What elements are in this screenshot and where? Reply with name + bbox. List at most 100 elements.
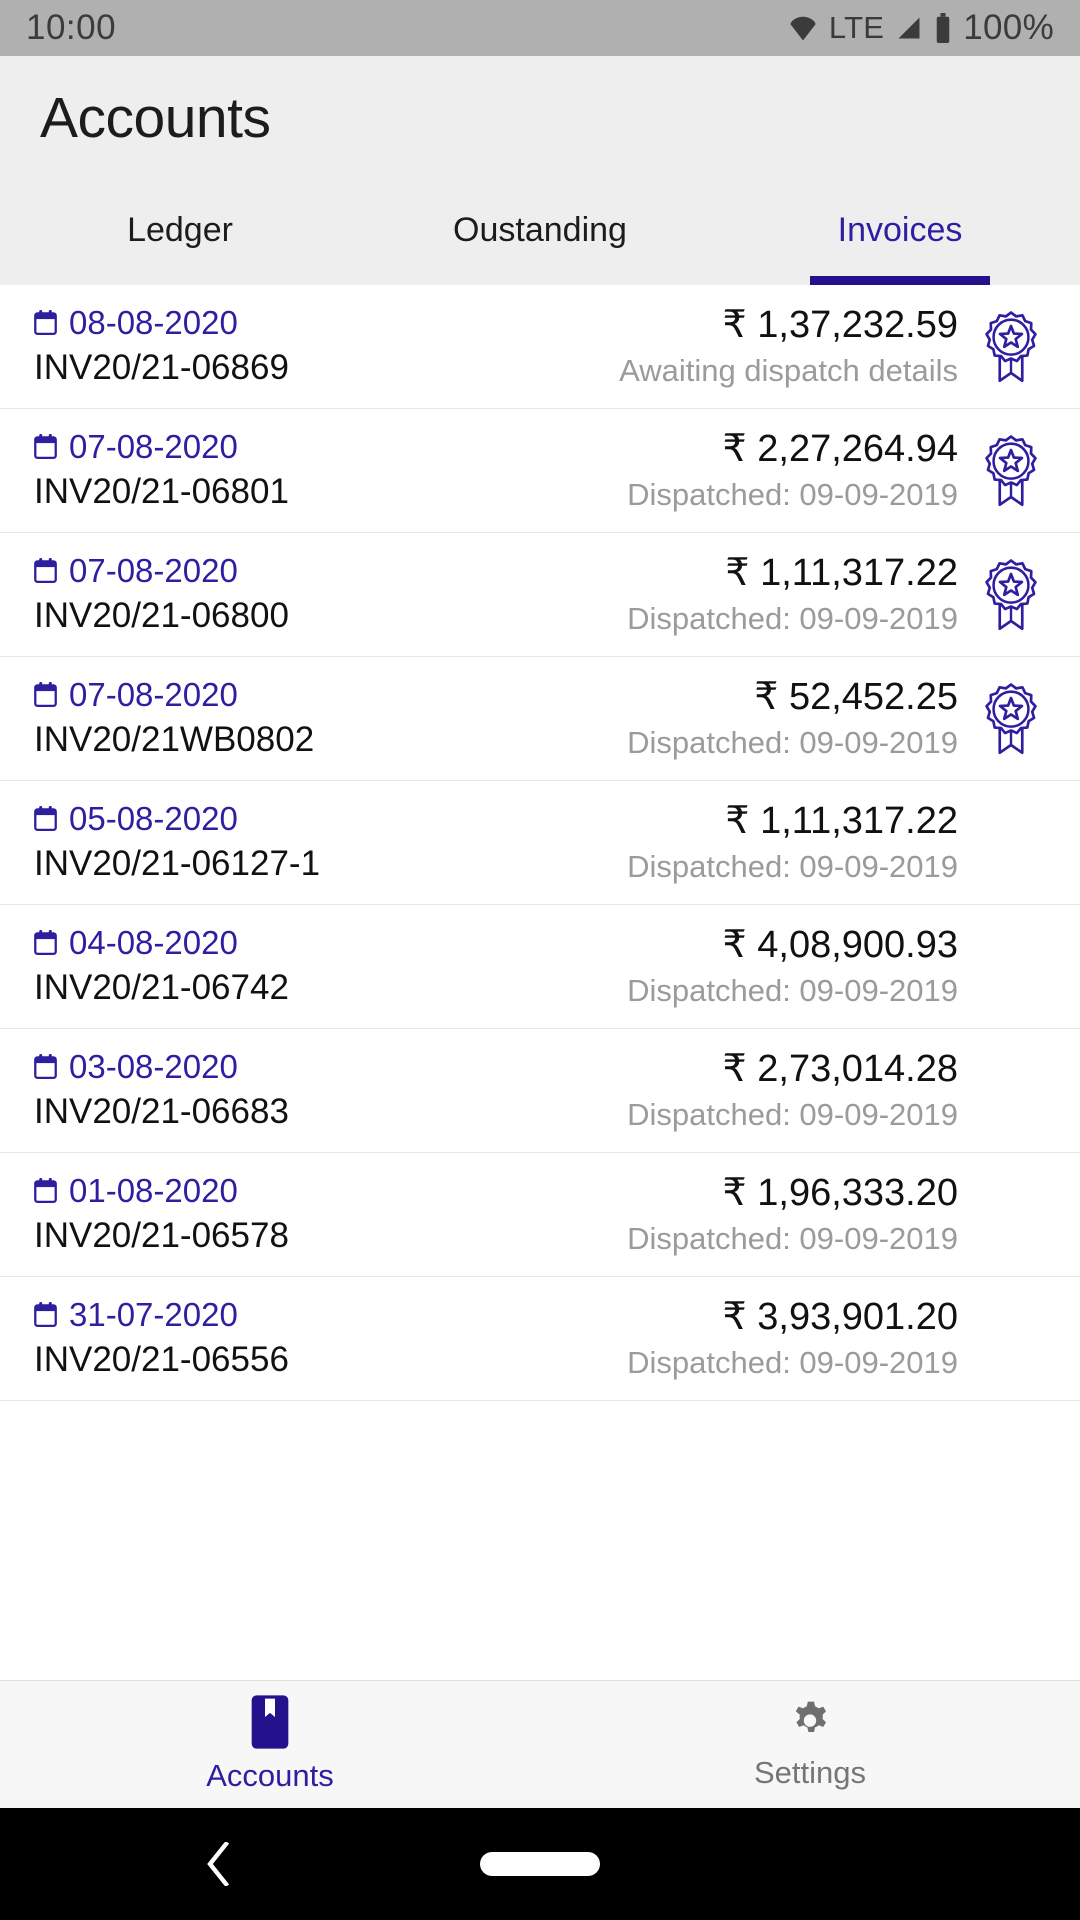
book-icon [250, 1695, 290, 1749]
system-navigation-bar [0, 1808, 1080, 1920]
invoice-date: 01-08-2020 [69, 1171, 238, 1209]
invoice-row[interactable]: 07-08-2020 INV20/21WB0802 ₹ 52,452.25 Dispa… [0, 657, 1080, 781]
invoice-date-line: 04-08-2020 [34, 924, 374, 962]
battery-icon [934, 13, 952, 43]
invoice-status: Dispatched: 09-09-2019 [627, 1097, 958, 1133]
invoice-number: INV20/21-06556 [34, 1340, 289, 1380]
invoice-status: Awaiting dispatch details [619, 353, 958, 389]
invoice-summary: ₹ 1,37,232.59 Awaiting dispatch details [619, 303, 958, 389]
tab-ledger[interactable]: Ledger [0, 175, 360, 285]
invoice-date-line: 08-08-2020 [34, 304, 374, 342]
invoice-date-line: 07-08-2020 [34, 428, 374, 466]
invoice-identity: 07-08-2020 INV20/21-06801 [34, 428, 374, 513]
invoice-status: Dispatched: 09-09-2019 [627, 1221, 958, 1257]
invoice-amount: ₹ 1,96,333.20 [722, 1172, 958, 1215]
invoice-amount: ₹ 1,11,317.22 [725, 552, 958, 595]
home-pill-indicator[interactable] [480, 1852, 600, 1876]
calendar-icon [34, 1054, 57, 1080]
invoice-date: 03-08-2020 [69, 1047, 238, 1085]
app-bar: Accounts Ledger Oustanding Invoices [0, 56, 1080, 285]
invoice-row[interactable]: 04-08-2020 INV20/21-06742 ₹ 4,08,900.93 Dis… [0, 905, 1080, 1029]
invoice-date: 05-08-2020 [69, 799, 238, 837]
invoice-date-line: 31-07-2020 [34, 1296, 374, 1334]
invoice-row[interactable]: 08-08-2020 INV20/21-06869 ₹ 1,37,232.59 Awa… [0, 285, 1080, 409]
invoice-row[interactable]: 07-08-2020 INV20/21-06801 ₹ 2,27,264.94 Dis… [0, 409, 1080, 533]
invoice-summary: ₹ 1,96,333.20 Dispatched: 09-09-2019 [627, 1171, 958, 1257]
invoice-badge-slot [968, 681, 1054, 757]
award-badge-icon[interactable] [980, 309, 1042, 385]
invoice-identity: 04-08-2020 INV20/21-06742 [34, 924, 374, 1009]
invoice-summary: ₹ 1,11,317.22 Dispatched: 09-09-2019 [627, 799, 958, 885]
invoice-amount: ₹ 1,11,317.22 [725, 800, 958, 843]
page-title: Accounts [40, 86, 271, 150]
invoice-date-line: 01-08-2020 [34, 1172, 374, 1210]
invoice-date: 04-08-2020 [69, 923, 238, 961]
tab-invoices[interactable]: Invoices [720, 175, 1080, 285]
invoice-summary: ₹ 1,11,317.22 Dispatched: 09-09-2019 [627, 551, 958, 637]
invoice-date: 07-08-2020 [69, 675, 238, 713]
invoice-number: INV20/21-06127-1 [34, 844, 321, 884]
invoice-amount: ₹ 4,08,900.93 [722, 924, 958, 967]
back-chevron-icon[interactable] [205, 1840, 231, 1888]
calendar-icon [34, 930, 57, 956]
invoice-identity: 07-08-2020 INV20/21-06800 [34, 552, 374, 637]
invoice-summary: ₹ 3,93,901.20 Dispatched: 09-09-2019 [627, 1295, 958, 1381]
invoice-status: Dispatched: 09-09-2019 [627, 601, 958, 637]
calendar-icon [34, 1178, 57, 1204]
invoice-amount: ₹ 3,93,901.20 [722, 1296, 958, 1339]
invoice-badge-slot [968, 557, 1054, 633]
invoice-date: 07-08-2020 [69, 427, 238, 465]
award-badge-icon[interactable] [980, 681, 1042, 757]
award-badge-icon[interactable] [980, 557, 1042, 633]
invoice-row[interactable]: 05-08-2020 INV20/21-06127-1 ₹ 1,11,317.22 D… [0, 781, 1080, 905]
invoice-identity: 03-08-2020 INV20/21-06683 [34, 1048, 374, 1133]
invoice-summary: ₹ 4,08,900.93 Dispatched: 09-09-2019 [627, 923, 958, 1009]
status-indicators: LTE 100% [788, 8, 1054, 48]
invoice-row[interactable]: 03-08-2020 INV20/21-06683 ₹ 2,73,014.28 Dis… [0, 1029, 1080, 1153]
invoice-status: Dispatched: 09-09-2019 [627, 973, 958, 1009]
invoice-row[interactable]: 31-07-2020 INV20/21-06556 ₹ 3,93,901.20 Dis… [0, 1277, 1080, 1401]
invoice-identity: 31-07-2020 INV20/21-06556 [34, 1296, 374, 1381]
invoice-date-line: 07-08-2020 [34, 552, 374, 590]
invoice-badge-slot [968, 433, 1054, 509]
invoice-number: INV20/21-06800 [34, 596, 289, 636]
invoice-summary: ₹ 52,452.25 Dispatched: 09-09-2019 [627, 675, 958, 761]
tab-label: Ledger [127, 210, 233, 249]
signal-icon [895, 14, 923, 42]
award-badge-icon[interactable] [980, 433, 1042, 509]
invoice-date: 31-07-2020 [69, 1295, 238, 1333]
invoice-status: Dispatched: 09-09-2019 [627, 1345, 958, 1381]
invoice-row[interactable]: 01-08-2020 INV20/21-06578 ₹ 1,96,333.20 Dis… [0, 1153, 1080, 1277]
calendar-icon [34, 1302, 57, 1328]
invoice-number: INV20/21-06578 [34, 1216, 289, 1256]
invoice-amount: ₹ 2,73,014.28 [722, 1048, 958, 1091]
calendar-icon [34, 682, 57, 708]
invoice-list[interactable]: 08-08-2020 INV20/21-06869 ₹ 1,37,232.59 Awa… [0, 285, 1080, 1680]
nav-item-settings[interactable]: Settings [540, 1681, 1080, 1808]
invoice-date-line: 05-08-2020 [34, 800, 374, 838]
invoice-row[interactable]: 07-08-2020 INV20/21-06800 ₹ 1,11,317.22 Dis… [0, 533, 1080, 657]
invoice-status: Dispatched: 09-09-2019 [627, 849, 958, 885]
invoice-identity: 05-08-2020 INV20/21-06127-1 [34, 800, 374, 885]
invoice-date: 08-08-2020 [69, 303, 238, 341]
invoice-status: Dispatched: 09-09-2019 [627, 725, 958, 761]
nav-item-accounts[interactable]: Accounts [0, 1681, 540, 1808]
invoice-date: 07-08-2020 [69, 551, 238, 589]
calendar-icon [34, 806, 57, 832]
invoice-number: INV20/21-06742 [34, 968, 289, 1008]
bottom-navigation: Accounts Settings [0, 1680, 1080, 1808]
invoice-identity: 08-08-2020 INV20/21-06869 [34, 304, 374, 389]
status-time: 10:00 [26, 8, 117, 47]
invoice-identity: 01-08-2020 INV20/21-06578 [34, 1172, 374, 1257]
invoice-date-line: 07-08-2020 [34, 676, 374, 714]
invoice-date-line: 03-08-2020 [34, 1048, 374, 1086]
nav-item-label: Settings [753, 1755, 866, 1790]
network-type-label: LTE [828, 10, 885, 45]
invoice-summary: ₹ 2,73,014.28 Dispatched: 09-09-2019 [627, 1047, 958, 1133]
wifi-icon [788, 13, 818, 43]
battery-percent-label: 100% [963, 8, 1054, 47]
tab-label: Invoices [837, 210, 963, 249]
status-bar: 10:00 LTE 100% [0, 0, 1080, 56]
tab-oustanding[interactable]: Oustanding [360, 175, 720, 285]
app-root: 10:00 LTE 100% Accounts Ledger Oustandin… [0, 0, 1080, 1920]
